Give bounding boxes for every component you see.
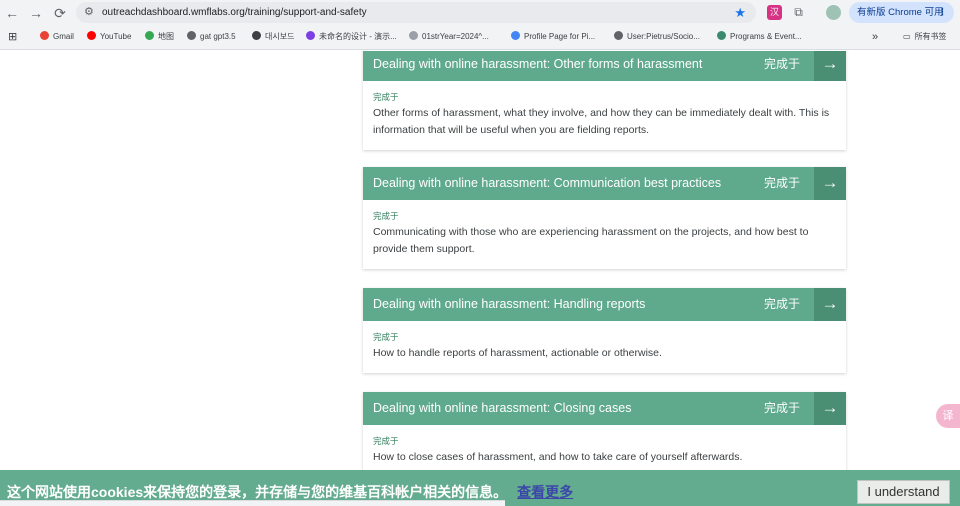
module-status: 完成于 — [763, 176, 800, 190]
module-status: 完成于 — [763, 57, 800, 71]
gpt-icon — [187, 31, 196, 40]
module-body: 完成于 How to handle reports of harassment,… — [363, 321, 846, 373]
module-title[interactable]: Dealing with online harassment: Handling… — [373, 288, 645, 321]
chrome-update-button[interactable]: 有新版 Chrome 可用 ⋮ — [849, 2, 954, 23]
status-bar — [0, 500, 505, 506]
folder-icon: ▭ — [903, 32, 911, 41]
site-info-icon[interactable]: ⚙ — [84, 4, 94, 21]
translate-extension-icon[interactable]: 汉 — [767, 5, 782, 20]
bookmark-gpt[interactable]: gat gpt3.5 — [187, 30, 236, 44]
module-body: 完成于 Other forms of harassment, what they… — [363, 81, 846, 150]
reload-icon[interactable]: ⟳ — [50, 3, 70, 23]
module-title[interactable]: Dealing with online harassment: Communic… — [373, 167, 721, 200]
module-done-label: 完成于 — [373, 332, 399, 342]
bookmark-star-icon[interactable]: ★ — [734, 2, 746, 23]
programs-icon — [717, 31, 726, 40]
bookmark-label: 地图 — [158, 32, 174, 41]
page-icon — [409, 31, 418, 40]
dashboard-icon — [252, 31, 261, 40]
module-status: 完成于 — [763, 401, 800, 415]
module-title[interactable]: Dealing with online harassment: Other fo… — [373, 51, 702, 81]
bookmark-label: User:Pietrus/Socio... — [627, 32, 700, 41]
apps-grid-icon[interactable]: ⊞ — [8, 30, 17, 44]
design-icon — [306, 31, 315, 40]
bookmark-user[interactable]: User:Pietrus/Socio... — [614, 30, 700, 44]
arrow-right-icon[interactable]: → — [814, 392, 846, 425]
training-module-card[interactable]: Dealing with online harassment: Handling… — [363, 288, 846, 373]
wiki-icon — [614, 31, 623, 40]
bookmark-gmail[interactable]: Gmail — [40, 30, 74, 44]
bookmark-label: Programs & Event... — [730, 32, 802, 41]
bookmark-label: Gmail — [53, 32, 74, 41]
module-description: How to handle reports of harassment, act… — [373, 347, 662, 359]
page-content: Dealing with online harassment: Other fo… — [0, 51, 960, 506]
arrow-right-icon[interactable]: → — [814, 288, 846, 321]
forward-icon[interactable]: → — [26, 3, 46, 23]
module-done-label: 完成于 — [373, 92, 399, 102]
training-module-card[interactable]: Dealing with online harassment: Other fo… — [363, 51, 846, 150]
module-header[interactable]: Dealing with online harassment: Other fo… — [363, 51, 846, 81]
module-done-label: 完成于 — [373, 436, 399, 446]
module-description: Communicating with those who are experie… — [373, 226, 809, 255]
address-url[interactable]: outreachdashboard.wmflabs.org/training/s… — [102, 2, 367, 23]
back-icon[interactable]: ← — [2, 3, 22, 23]
module-header[interactable]: Dealing with online harassment: Closing … — [363, 392, 846, 425]
chrome-update-label: 有新版 Chrome 可用 — [857, 7, 944, 18]
bookmark-youtube[interactable]: YouTube — [87, 30, 131, 44]
cookie-learn-more-link[interactable]: 查看更多 — [517, 484, 573, 500]
module-body: 完成于 Communicating with those who are exp… — [363, 200, 846, 269]
bookmark-label: 01strYear=2024^... — [422, 32, 489, 41]
bookmark-dashboard[interactable]: 대시보드 — [252, 30, 294, 44]
browser-toolbar: ← → ⟳ ⚙ outreachdashboard.wmflabs.org/tr… — [0, 0, 960, 26]
address-bar[interactable]: ⚙ outreachdashboard.wmflabs.org/training… — [76, 2, 756, 23]
translate-icon[interactable]: 译 — [936, 404, 960, 428]
bookmark-label: gat gpt3.5 — [200, 32, 236, 41]
bookmark-label: Profile Page for Pi... — [524, 32, 596, 41]
bookmark-year[interactable]: 01strYear=2024^... — [409, 30, 489, 44]
bookmark-maps[interactable]: 地图 — [145, 30, 174, 44]
globe-icon — [511, 31, 520, 40]
cookie-accept-button[interactable]: I understand — [857, 480, 950, 504]
training-module-card[interactable]: Dealing with online harassment: Communic… — [363, 167, 846, 269]
more-bookmarks-icon[interactable]: » — [872, 30, 878, 44]
bookmark-label: 未命名的设计 - 演示... — [319, 32, 397, 41]
extensions-puzzle-icon[interactable]: ⧉ — [791, 5, 806, 20]
bookmark-programs[interactable]: Programs & Event... — [717, 30, 802, 44]
cookie-message: 这个网站使用cookies来保持您的登录，并存储与您的维基百科帐户相关的信息。查… — [7, 482, 573, 502]
arrow-right-icon[interactable]: → — [814, 167, 846, 200]
training-module-card[interactable]: Dealing with online harassment: Closing … — [363, 392, 846, 477]
bookmark-profile[interactable]: Profile Page for Pi... — [511, 30, 595, 44]
gmail-icon — [40, 31, 49, 40]
bookmarks-bar: ⊞ Gmail YouTube 地图 gat gpt3.5 대시보드 未命名的设… — [0, 27, 960, 47]
module-title[interactable]: Dealing with online harassment: Closing … — [373, 392, 631, 425]
module-header[interactable]: Dealing with online harassment: Communic… — [363, 167, 846, 200]
module-done-label: 完成于 — [373, 211, 399, 221]
maps-icon — [145, 31, 154, 40]
browser-chrome: ← → ⟳ ⚙ outreachdashboard.wmflabs.org/tr… — [0, 0, 960, 50]
module-status: 完成于 — [763, 297, 800, 311]
youtube-icon — [87, 31, 96, 40]
cookie-message-text: 这个网站使用cookies来保持您的登录，并存储与您的维基百科帐户相关的信息。 — [7, 484, 508, 500]
bookmark-label: 대시보드 — [265, 32, 295, 41]
module-header[interactable]: Dealing with online harassment: Handling… — [363, 288, 846, 321]
bookmark-design[interactable]: 未命名的设计 - 演示... — [306, 30, 397, 44]
profile-avatar-icon[interactable] — [826, 5, 841, 20]
menu-dots-icon[interactable]: ⋮ — [938, 2, 948, 23]
module-description: Other forms of harassment, what they inv… — [373, 107, 830, 136]
module-description: How to close cases of harassment, and ho… — [373, 451, 743, 463]
all-bookmarks-label: 所有书签 — [914, 32, 947, 41]
arrow-right-icon[interactable]: → — [814, 51, 846, 81]
bookmark-label: YouTube — [100, 32, 132, 41]
all-bookmarks[interactable]: ▭ 所有书签 — [903, 30, 947, 44]
